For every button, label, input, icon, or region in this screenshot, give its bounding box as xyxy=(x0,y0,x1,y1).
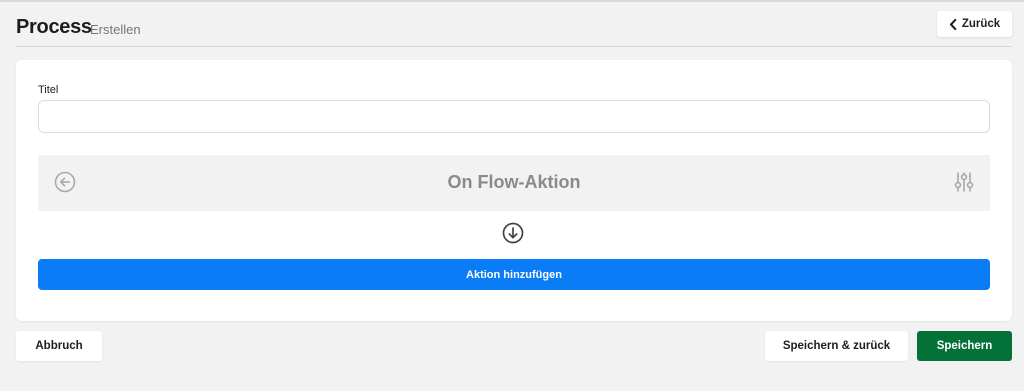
flow-action-box: On Flow-Aktion xyxy=(38,155,990,211)
add-action-button[interactable]: Aktion hinzufügen xyxy=(38,259,990,290)
page-subtitle: Erstellen xyxy=(90,22,141,37)
title-input[interactable] xyxy=(38,100,990,133)
top-border xyxy=(0,0,1024,2)
process-form-card: Titel On Flow-Aktion Aktion hinzufügen xyxy=(16,60,1012,321)
chevron-left-icon xyxy=(949,18,957,30)
save-button[interactable]: Speichern xyxy=(917,331,1012,361)
back-button[interactable]: Zurück xyxy=(937,11,1012,37)
back-button-label: Zurück xyxy=(961,18,1001,30)
page-header: Process Erstellen Zurück xyxy=(16,11,1012,47)
flow-action-title: On Flow-Aktion xyxy=(447,172,581,192)
title-label: Titel xyxy=(38,84,59,96)
cancel-button[interactable]: Abbruch xyxy=(16,331,102,361)
save-and-back-button[interactable]: Speichern & zurück xyxy=(765,331,908,361)
sliders-icon[interactable] xyxy=(954,171,974,193)
arrow-down-circle-icon xyxy=(502,222,524,244)
page-title: Process xyxy=(16,16,92,38)
